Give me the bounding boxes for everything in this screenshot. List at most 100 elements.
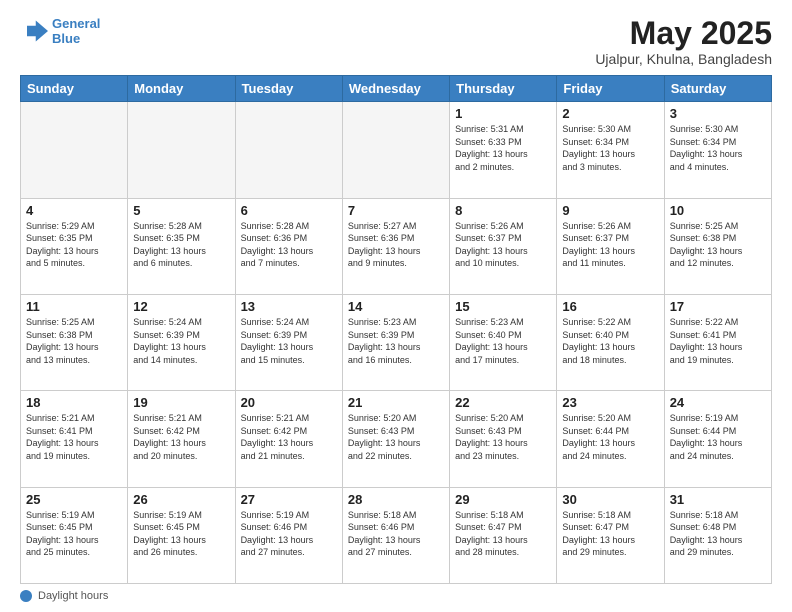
calendar-day: 10Sunrise: 5:25 AM Sunset: 6:38 PM Dayli… [664,198,771,294]
day-info: Sunrise: 5:25 AM Sunset: 6:38 PM Dayligh… [26,316,122,366]
col-saturday: Saturday [664,76,771,102]
day-number: 29 [455,492,551,507]
day-info: Sunrise: 5:18 AM Sunset: 6:46 PM Dayligh… [348,509,444,559]
day-info: Sunrise: 5:21 AM Sunset: 6:42 PM Dayligh… [133,412,229,462]
calendar-week-1: 4 Sunrise: 5:29 AM Sunset: 6:35 PM Daylig… [21,198,772,294]
calendar-day: 19 Sunrise: 5:21 AM Sunset: 6:42 PM Dayli… [128,391,235,487]
day-number: 7 [348,203,444,218]
day-info: Sunrise: 5:26 AM Sunset: 6:37 PM Dayligh… [455,220,551,270]
calendar-day: 22 Sunrise: 5:20 AM Sunset: 6:43 PM Dayli… [450,391,557,487]
day-info: Sunrise: 5:30 AM Sunset: 6:34 PM Dayligh… [670,123,766,173]
day-info: Sunrise: 5:20 AM Sunset: 6:43 PM Dayligh… [348,412,444,462]
calendar-day: 8 Sunrise: 5:26 AM Sunset: 6:37 PM Daylig… [450,198,557,294]
day-number: 9 [562,203,658,218]
calendar-week-2: 11 Sunrise: 5:25 AM Sunset: 6:38 PM Dayli… [21,294,772,390]
day-info: Sunrise: 5:18 AM Sunset: 6:48 PM Dayligh… [670,509,766,559]
logo: General Blue [20,16,100,46]
day-info: Sunrise: 5:24 AM Sunset: 6:39 PM Dayligh… [133,316,229,366]
calendar-day: 29 Sunrise: 5:18 AM Sunset: 6:47 PM Dayli… [450,487,557,583]
day-info: Sunrise: 5:19 AM Sunset: 6:44 PM Dayligh… [670,412,766,462]
calendar-day: 9 Sunrise: 5:26 AM Sunset: 6:37 PM Daylig… [557,198,664,294]
col-monday: Monday [128,76,235,102]
main-title: May 2025 [595,16,772,51]
calendar-week-3: 18Sunrise: 5:21 AM Sunset: 6:41 PM Dayli… [21,391,772,487]
calendar-day: 12 Sunrise: 5:24 AM Sunset: 6:39 PM Dayli… [128,294,235,390]
day-number: 13 [241,299,337,314]
day-number: 4 [26,203,122,218]
calendar-day: 24 Sunrise: 5:19 AM Sunset: 6:44 PM Dayli… [664,391,771,487]
subtitle: Ujalpur, Khulna, Bangladesh [595,51,772,67]
day-number: 16 [562,299,658,314]
day-number: 17 [670,299,766,314]
day-info: Sunrise: 5:24 AM Sunset: 6:39 PM Dayligh… [241,316,337,366]
col-thursday: Thursday [450,76,557,102]
day-info: Sunrise: 5:26 AM Sunset: 6:37 PM Dayligh… [562,220,658,270]
day-number: 23 [562,395,658,410]
calendar-day: 3 Sunrise: 5:30 AM Sunset: 6:34 PM Daylig… [664,102,771,198]
calendar-day: 7 Sunrise: 5:27 AM Sunset: 6:36 PM Daylig… [342,198,449,294]
calendar-day: 31 Sunrise: 5:18 AM Sunset: 6:48 PM Dayli… [664,487,771,583]
day-info: Sunrise: 5:23 AM Sunset: 6:40 PM Dayligh… [455,316,551,366]
day-number: 3 [670,106,766,121]
calendar-day: 18Sunrise: 5:21 AM Sunset: 6:41 PM Dayli… [21,391,128,487]
calendar-header: Sunday Monday Tuesday Wednesday Thursday… [21,76,772,102]
day-number: 8 [455,203,551,218]
title-block: May 2025 Ujalpur, Khulna, Bangladesh [595,16,772,67]
day-number: 25 [26,492,122,507]
day-number: 24 [670,395,766,410]
calendar-day: 6Sunrise: 5:28 AM Sunset: 6:36 PM Daylig… [235,198,342,294]
calendar-day: 20Sunrise: 5:21 AM Sunset: 6:42 PM Dayli… [235,391,342,487]
day-info: Sunrise: 5:22 AM Sunset: 6:41 PM Dayligh… [670,316,766,366]
calendar-week-4: 25 Sunrise: 5:19 AM Sunset: 6:45 PM Dayli… [21,487,772,583]
day-number: 10 [670,203,766,218]
header-row: Sunday Monday Tuesday Wednesday Thursday… [21,76,772,102]
calendar-day: 27 Sunrise: 5:19 AM Sunset: 6:46 PM Dayli… [235,487,342,583]
calendar-day: 4 Sunrise: 5:29 AM Sunset: 6:35 PM Daylig… [21,198,128,294]
day-info: Sunrise: 5:31 AM Sunset: 6:33 PM Dayligh… [455,123,551,173]
calendar-day: 14 Sunrise: 5:23 AM Sunset: 6:39 PM Dayli… [342,294,449,390]
calendar-day: 1Sunrise: 5:31 AM Sunset: 6:33 PM Daylig… [450,102,557,198]
col-wednesday: Wednesday [342,76,449,102]
day-number: 22 [455,395,551,410]
logo-icon [20,17,48,45]
day-info: Sunrise: 5:29 AM Sunset: 6:35 PM Dayligh… [26,220,122,270]
calendar-day [21,102,128,198]
day-info: Sunrise: 5:20 AM Sunset: 6:43 PM Dayligh… [455,412,551,462]
calendar-day: 13 Sunrise: 5:24 AM Sunset: 6:39 PM Dayli… [235,294,342,390]
calendar-day: 2Sunrise: 5:30 AM Sunset: 6:34 PM Daylig… [557,102,664,198]
day-number: 26 [133,492,229,507]
day-info: Sunrise: 5:20 AM Sunset: 6:44 PM Dayligh… [562,412,658,462]
footer: Daylight hours [20,590,772,602]
day-number: 19 [133,395,229,410]
calendar-day [235,102,342,198]
day-info: Sunrise: 5:19 AM Sunset: 6:45 PM Dayligh… [26,509,122,559]
col-friday: Friday [557,76,664,102]
day-info: Sunrise: 5:27 AM Sunset: 6:36 PM Dayligh… [348,220,444,270]
day-info: Sunrise: 5:23 AM Sunset: 6:39 PM Dayligh… [348,316,444,366]
day-info: Sunrise: 5:21 AM Sunset: 6:42 PM Dayligh… [241,412,337,462]
day-info: Sunrise: 5:18 AM Sunset: 6:47 PM Dayligh… [562,509,658,559]
calendar-day: 30 Sunrise: 5:18 AM Sunset: 6:47 PM Dayli… [557,487,664,583]
header: General Blue May 2025 Ujalpur, Khulna, B… [20,16,772,67]
calendar-table: Sunday Monday Tuesday Wednesday Thursday… [20,75,772,584]
daylight-icon [20,590,32,602]
day-info: Sunrise: 5:18 AM Sunset: 6:47 PM Dayligh… [455,509,551,559]
day-number: 31 [670,492,766,507]
day-number: 5 [133,203,229,218]
day-number: 12 [133,299,229,314]
day-info: Sunrise: 5:19 AM Sunset: 6:45 PM Dayligh… [133,509,229,559]
day-info: Sunrise: 5:21 AM Sunset: 6:41 PM Dayligh… [26,412,122,462]
calendar-day: 15Sunrise: 5:23 AM Sunset: 6:40 PM Dayli… [450,294,557,390]
day-number: 27 [241,492,337,507]
day-info: Sunrise: 5:22 AM Sunset: 6:40 PM Dayligh… [562,316,658,366]
page: General Blue May 2025 Ujalpur, Khulna, B… [0,0,792,612]
calendar-day: 21Sunrise: 5:20 AM Sunset: 6:43 PM Dayli… [342,391,449,487]
day-info: Sunrise: 5:28 AM Sunset: 6:36 PM Dayligh… [241,220,337,270]
calendar-day: 25 Sunrise: 5:19 AM Sunset: 6:45 PM Dayli… [21,487,128,583]
day-number: 30 [562,492,658,507]
calendar-day [342,102,449,198]
day-number: 14 [348,299,444,314]
day-info: Sunrise: 5:19 AM Sunset: 6:46 PM Dayligh… [241,509,337,559]
day-number: 11 [26,299,122,314]
calendar-body: 1Sunrise: 5:31 AM Sunset: 6:33 PM Daylig… [21,102,772,584]
